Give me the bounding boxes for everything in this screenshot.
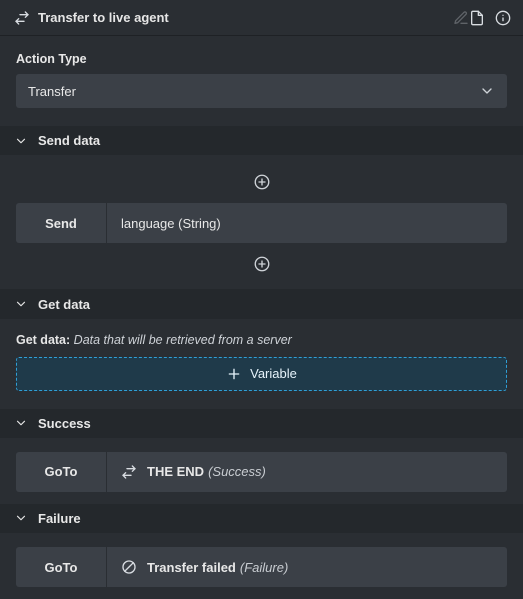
chevron-down-icon [14, 297, 28, 311]
transfer-action-panel: Transfer to live agent Action Type Trans… [0, 0, 523, 599]
send-data-header[interactable]: Send data [0, 126, 523, 155]
action-type-select[interactable]: Transfer [16, 74, 507, 108]
add-variable-label: Variable [250, 366, 297, 381]
title-bar: Transfer to live agent [0, 0, 523, 36]
document-icon[interactable] [469, 10, 485, 26]
success-row-label: GoTo [16, 452, 106, 492]
failure-row-value: Transfer failed [147, 560, 236, 575]
panel-title: Transfer to live agent [38, 10, 445, 25]
send-data-content: Send language (String) [0, 155, 523, 289]
success-goto-row[interactable]: GoTo THE END (Success) [16, 452, 507, 492]
get-data-header[interactable]: Get data [0, 289, 523, 318]
get-data-description: Get data: Data that will be retrieved fr… [0, 319, 523, 357]
failure-goto-row[interactable]: GoTo Transfer failed (Failure) [16, 547, 507, 587]
transfer-icon [14, 10, 30, 26]
blocked-icon [121, 559, 137, 575]
chevron-down-icon [14, 416, 28, 430]
edit-title-icon[interactable] [453, 10, 469, 26]
add-variable-button[interactable]: Variable [16, 357, 507, 391]
add-send-row-above[interactable] [16, 171, 507, 193]
send-row[interactable]: Send language (String) [16, 203, 507, 243]
failure-row-label: GoTo [16, 547, 106, 587]
action-type-label: Action Type [16, 52, 507, 66]
action-type-section: Action Type Transfer [0, 36, 523, 126]
failure-row-suffix: (Failure) [240, 560, 288, 575]
success-row-value: THE END [147, 464, 204, 479]
chevron-down-icon [479, 83, 495, 99]
action-type-value: Transfer [28, 84, 76, 99]
success-row-suffix: (Success) [208, 464, 266, 479]
success-header[interactable]: Success [0, 409, 523, 438]
chevron-down-icon [14, 511, 28, 525]
success-header-text: Success [38, 416, 91, 431]
add-send-row-below[interactable] [16, 253, 507, 275]
send-data-header-text: Send data [38, 133, 100, 148]
failure-header-text: Failure [38, 511, 81, 526]
success-content: GoTo THE END (Success) [0, 438, 523, 504]
get-data-desc-value: Data that will be retrieved from a serve… [74, 333, 292, 347]
chevron-down-icon [14, 134, 28, 148]
send-row-value: language (String) [106, 203, 507, 243]
send-row-label: Send [16, 203, 106, 243]
plus-icon [226, 366, 242, 382]
failure-content: GoTo Transfer failed (Failure) [0, 533, 523, 599]
failure-header[interactable]: Failure [0, 504, 523, 533]
transfer-icon [121, 464, 137, 480]
info-icon[interactable] [495, 10, 511, 26]
get-data-header-text: Get data [38, 297, 90, 312]
get-data-desc-label: Get data: [16, 333, 70, 347]
